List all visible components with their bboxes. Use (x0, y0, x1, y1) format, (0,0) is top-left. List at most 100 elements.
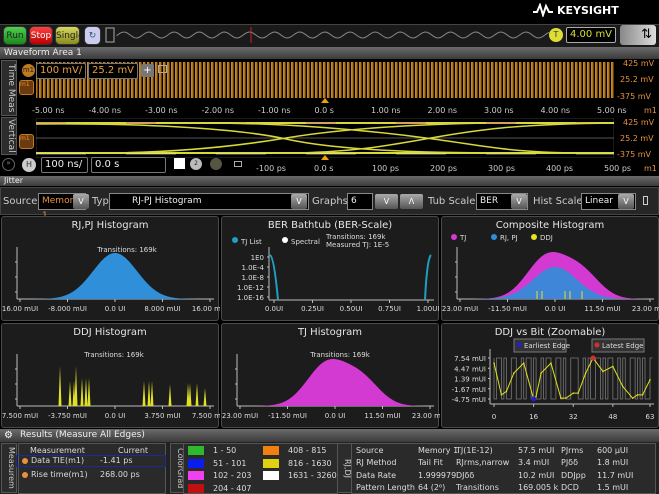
type-select[interactable]: RJ-PJ Histogram (109, 193, 309, 210)
time-tick-label: 4.00 ns (540, 106, 571, 115)
rjdj-label: DJδδ (456, 470, 475, 480)
measurement-icon (22, 472, 28, 478)
bathtub-left-curve (269, 254, 279, 301)
tab-measurements[interactable]: Measurem (1, 443, 17, 493)
trigger-position-marker[interactable] (321, 155, 329, 160)
tick-label: 1.0E-16 (237, 294, 265, 302)
legend-marker (491, 234, 497, 240)
channel-badge-m1[interactable]: m1 (22, 64, 35, 77)
trigger-icon[interactable]: T (549, 28, 563, 42)
color-square-button[interactable] (174, 158, 185, 169)
hist-dropdown-icon[interactable]: V (618, 194, 634, 209)
tick-label: -8.000 mUI (48, 305, 87, 313)
tub-dropdown-icon[interactable]: V (511, 194, 527, 209)
rjdj-value: 1.5 mUI (597, 482, 629, 492)
m1-ground-marker[interactable]: m1 (19, 80, 34, 95)
vertical-scale-field[interactable]: 100 mV/ (36, 63, 86, 79)
add-button[interactable]: + (141, 64, 154, 77)
rjdj-value: 11.7 mUI (597, 470, 634, 480)
ddj-spike (58, 366, 62, 406)
source-dropdown-icon[interactable]: V (73, 194, 89, 209)
ddj-vs-bit-panel[interactable]: DDJ vs Bit (Zoomable) 7.54 mUI 4.47 mUI 1.3… (441, 323, 659, 428)
tab-vertical[interactable]: Vertical (1, 117, 17, 155)
legend-marker (282, 237, 288, 243)
rjpj-histogram-panel: RJ,PJ Histogram 16.00 mUI -8.000 mUI 0.0 UI… (1, 216, 220, 321)
time-tick-label: -2.00 ns (201, 106, 234, 115)
tick-label: 7.500 mUI (192, 412, 220, 420)
run-button[interactable]: Run (3, 26, 27, 45)
time-tick-label: -4.00 ns (88, 106, 121, 115)
eye-y-label: 25.2 mV (620, 134, 654, 143)
ddj-spike (87, 378, 91, 406)
horizontal-position-field[interactable]: 0.0 s (91, 157, 166, 173)
time-tick-label: 5.00 ns (597, 106, 627, 115)
tick-label: 0.0 UI (105, 305, 126, 313)
time-tick-label: 1.00 ns (371, 106, 401, 115)
waveform-overview[interactable] (105, 27, 550, 43)
tick-label: 48 (608, 413, 617, 421)
results-settings-icon[interactable]: ⚙ (4, 430, 13, 441)
graphs-down-button[interactable]: V (375, 194, 398, 209)
color-swatch (188, 458, 204, 468)
rjdj-value: Memory 1 (418, 446, 459, 455)
graphs-up-button[interactable]: Λ (400, 194, 423, 209)
tick-label: 7.500 mUI (2, 412, 38, 420)
tick-label: 0.75UI (378, 305, 401, 313)
single-button[interactable]: Single (55, 26, 84, 45)
trigger-level-field[interactable]: 4.00 mV (566, 27, 616, 43)
color-range-label: 1 - 50 (213, 446, 237, 455)
rjdj-value: 600 µUI (597, 446, 629, 455)
results-title: Results (Measure All Edges) (0, 429, 659, 442)
rjdj-label: Source (356, 446, 384, 455)
auto-scale-icon[interactable]: ↻ (84, 26, 101, 45)
window-icon[interactable] (158, 65, 167, 73)
rjdj-label: Data Rate (356, 470, 396, 480)
legend-marker (516, 342, 522, 348)
trigger-position-marker[interactable] (321, 98, 329, 103)
color-range-label: 102 - 203 (213, 471, 252, 480)
y-label: -375 mV (617, 92, 651, 101)
ddj-spike (84, 378, 88, 406)
rjdj-label: DCD (561, 482, 579, 492)
tick-label: 0.0 UI (545, 305, 566, 313)
stop-button[interactable]: Stop (29, 26, 53, 45)
annotation: Transitions: 169k (309, 351, 370, 359)
rjdj-value: 3.4 mUI (518, 458, 550, 468)
rjpj-histogram-area (17, 253, 214, 299)
color-swatch (188, 483, 204, 493)
time-tick-label: -3.00 ns (145, 106, 178, 115)
jitter-title: Jitter (0, 176, 659, 186)
type-dropdown-icon[interactable]: V (291, 194, 307, 209)
tick-label: 3.750 mUI (144, 412, 180, 420)
trigger-edge-icon[interactable]: ⇅ (620, 25, 656, 45)
tick-label: 1.0E-12 (237, 284, 264, 292)
color-swatch (263, 471, 279, 480)
rjdj-label: RJ Method (356, 458, 397, 468)
eye-tick-label: 200 ps (430, 164, 458, 173)
rjdj-label: DDJpp (561, 470, 586, 480)
tab-time-meas[interactable]: Time Meas (1, 60, 17, 116)
eye-tick-label: 500 ps (604, 164, 632, 173)
tick-label: 1.00UI (417, 305, 440, 313)
acquisition-icon[interactable] (210, 158, 222, 170)
ddj-series-line (493, 357, 651, 400)
tick-label: 32 (569, 413, 578, 421)
expand-icon[interactable]: » (2, 158, 15, 171)
rjdj-value: 10.2 mUI (518, 470, 555, 480)
eye-diagram (36, 118, 614, 158)
horizontal-scale-field[interactable]: 100 ns/ (41, 157, 88, 173)
annotation: Transitions: 169k (83, 351, 144, 359)
zoom-icon[interactable]: 2 (190, 158, 202, 170)
pin-icon[interactable] (643, 196, 648, 205)
vertical-offset-field[interactable]: 25.2 mV (88, 63, 138, 79)
window-icon[interactable] (234, 161, 242, 167)
eye-ground-marker[interactable]: m1 (19, 134, 34, 149)
ddj-point (505, 390, 508, 393)
tick-label: 8.000 mUI (144, 305, 180, 313)
horizontal-badge[interactable]: H (22, 158, 36, 172)
ddj-point (621, 385, 624, 388)
tick-label: -4.75 mUI (452, 396, 486, 404)
graphs-field[interactable]: 6 (347, 193, 373, 210)
ddj-point (493, 362, 495, 364)
tick-label: 23.00 mUI (412, 412, 440, 420)
